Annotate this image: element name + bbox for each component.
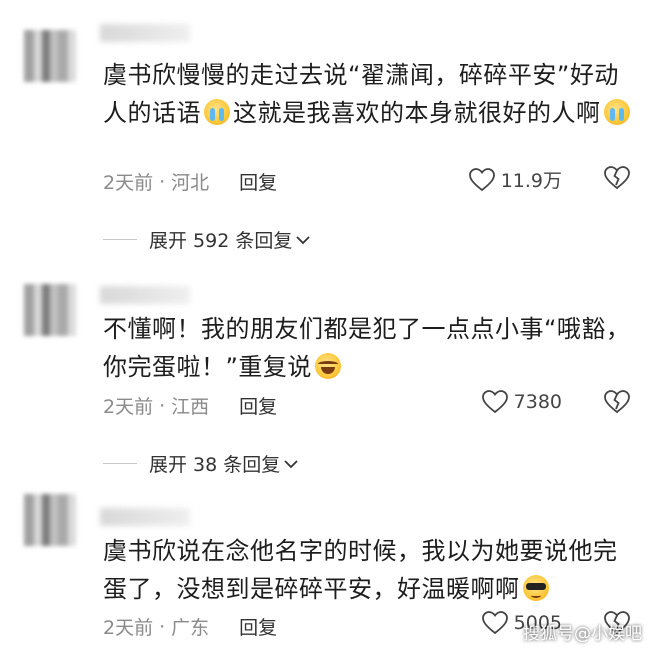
divider-line	[103, 463, 137, 464]
watermark-text: 搜狐号@小娱吧	[523, 624, 642, 644]
comment-text: 虞书欣说在念他名字的时候，我以为她要说他完蛋了，没想到是碎碎平安，好温暖啊啊	[103, 532, 638, 608]
comment-text: 虞书欣慢慢的走过去说“翟潇闻，碎碎平安”好动人的话语 这就是我喜欢的本身就很好的人…	[103, 56, 638, 132]
meta-separator: ·	[159, 615, 166, 638]
avatar[interactable]	[24, 284, 76, 336]
divider-line	[103, 239, 137, 240]
expand-replies-button[interactable]: 展开 592 条回复	[103, 226, 311, 253]
username-redacted	[100, 24, 190, 42]
comment-location: 江西	[171, 396, 210, 418]
chevron-down-icon	[284, 459, 298, 468]
comment-text-part: 不懂啊！我的朋友们都是犯了一点点小事“哦豁，你完蛋啦！”重复说	[103, 315, 631, 381]
crying-face-emoji-icon	[204, 99, 230, 125]
username-redacted	[100, 508, 190, 526]
heart-outline-icon	[481, 390, 508, 414]
crying-face-emoji-icon	[603, 99, 630, 125]
like-count: 7380	[513, 391, 562, 413]
expand-replies-button[interactable]: 展开 38 条回复	[103, 450, 299, 477]
username-redacted	[100, 286, 190, 304]
heart-outline-icon	[481, 611, 508, 635]
reply-button[interactable]: 回复	[239, 613, 277, 640]
reply-button[interactable]: 回复	[239, 168, 277, 195]
meta-separator: ·	[159, 394, 166, 417]
avatar[interactable]	[24, 494, 76, 546]
expand-replies-label: 展开 592 条回复	[149, 230, 293, 252]
comment-meta: 2天前 · 河北 回复	[103, 168, 277, 195]
like-button[interactable]: 11.9万	[468, 166, 562, 193]
comment-location: 广东	[171, 617, 210, 639]
comment-location: 河北	[171, 172, 210, 194]
avatar[interactable]	[24, 30, 76, 82]
comment-text: 不懂啊！我的朋友们都是犯了一点点小事“哦豁，你完蛋啦！”重复说	[103, 310, 638, 386]
comment-time: 2天前	[103, 172, 154, 194]
broken-heart-icon	[604, 166, 630, 190]
comment-time: 2天前	[103, 396, 154, 418]
like-count: 11.9万	[500, 170, 562, 192]
sunglasses-face-emoji-icon	[522, 575, 549, 601]
dislike-button[interactable]	[604, 390, 630, 418]
comment-meta: 2天前 · 江西 回复	[103, 392, 277, 419]
comment-text-part: 这就是我喜欢的本身就很好的人啊	[233, 99, 601, 127]
watermark: 搜狐号@小娱吧	[523, 619, 642, 644]
comment-time: 2天前	[103, 617, 154, 639]
dislike-button[interactable]	[604, 166, 630, 194]
comment-meta: 2天前 · 广东 回复	[103, 613, 277, 640]
heart-outline-icon	[468, 167, 495, 191]
chevron-down-icon	[296, 235, 310, 244]
expand-replies-label: 展开 38 条回复	[149, 454, 281, 476]
broken-heart-icon	[604, 390, 630, 414]
meta-separator: ·	[159, 170, 166, 193]
reply-button[interactable]: 回复	[239, 392, 277, 419]
like-button[interactable]: 7380	[481, 390, 562, 414]
laughing-face-emoji-icon	[314, 353, 341, 379]
